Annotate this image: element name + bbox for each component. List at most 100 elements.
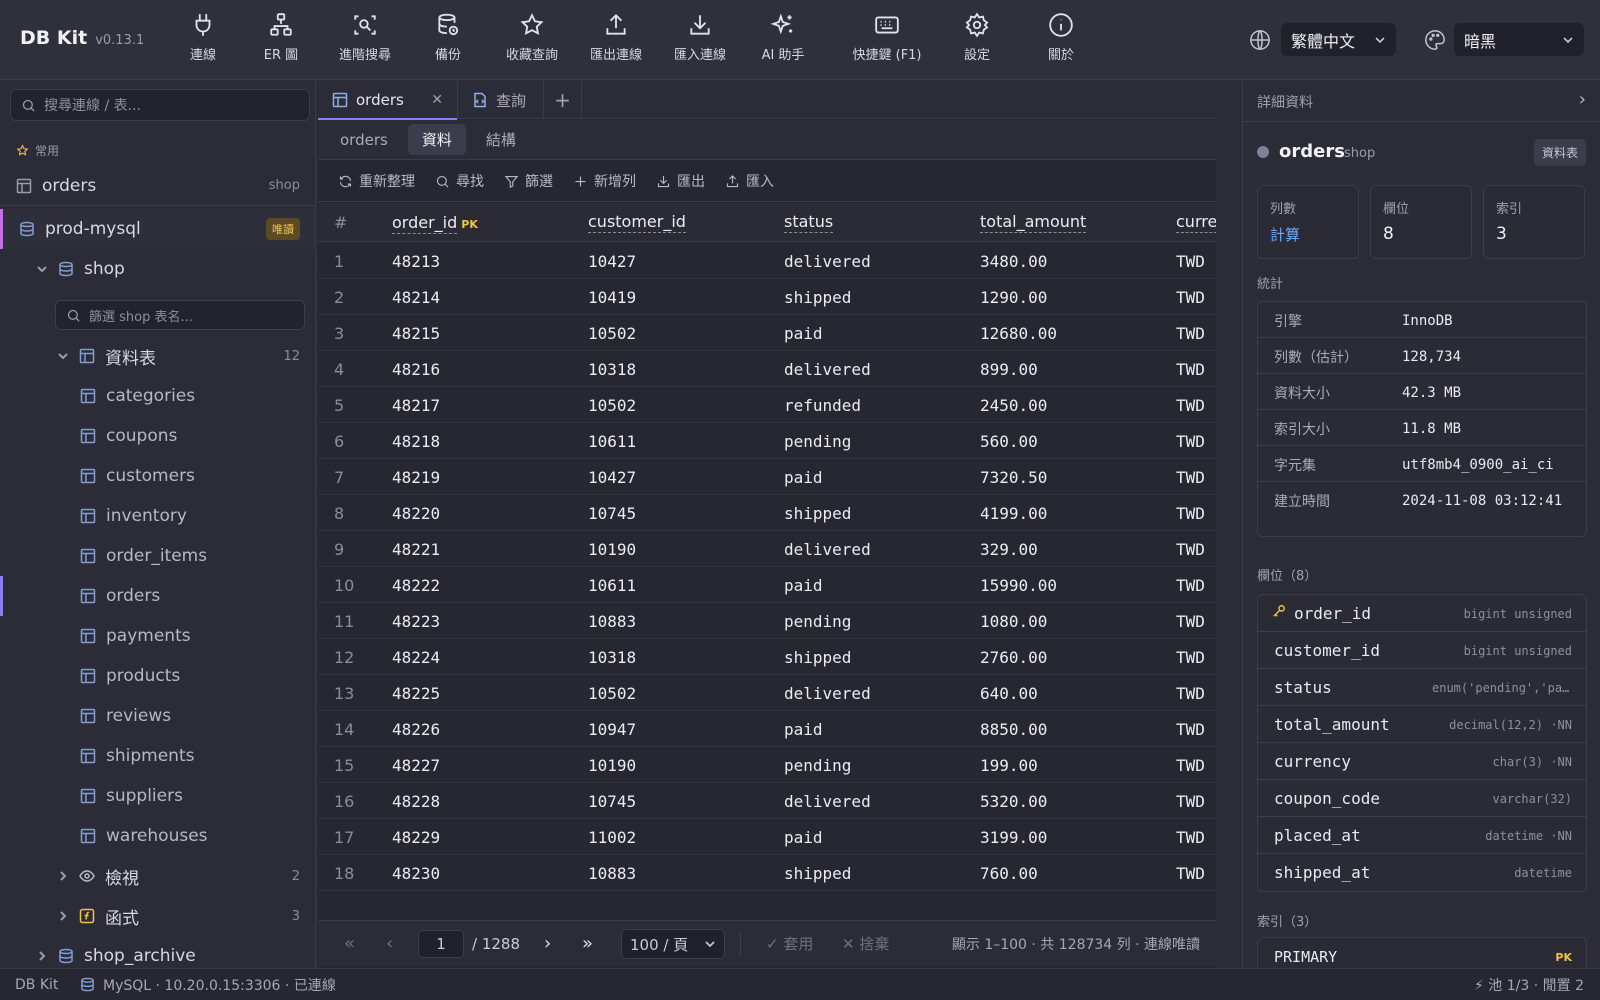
table-cell[interactable]: pending xyxy=(784,756,851,775)
table-row[interactable]: 16 48228 10745 delivered 5320.00 TWD xyxy=(318,783,1216,819)
table-cell[interactable]: shipped xyxy=(784,648,851,667)
table-row[interactable]: 12 48224 10318 shipped 2760.00 TWD xyxy=(318,639,1216,675)
table-row[interactable]: 19 48231 10427 delivered 22400.00 TWD xyxy=(318,891,1216,902)
page-input[interactable]: 1 xyxy=(418,930,464,958)
sidebar-table-suppliers[interactable]: suppliers xyxy=(0,776,315,816)
import-button[interactable]: 匯入 xyxy=(725,171,774,191)
tab-orders[interactable]: orders ✕ xyxy=(318,81,458,120)
table-row[interactable]: 15 48227 10190 pending 199.00 TWD xyxy=(318,747,1216,783)
table-filter-input[interactable]: 篩選 shop 表名... xyxy=(55,300,305,330)
field-row[interactable]: shipped_at datetime xyxy=(1258,854,1586,891)
table-cell[interactable]: 48227 xyxy=(392,756,440,775)
table-row[interactable]: 6 48218 10611 pending 560.00 TWD xyxy=(318,423,1216,459)
table-cell[interactable]: TWD xyxy=(1176,468,1205,487)
table-cell[interactable]: paid xyxy=(784,468,823,487)
table-cell[interactable]: 11002 xyxy=(588,828,636,847)
table-cell[interactable]: 48223 xyxy=(392,612,440,631)
table-cell[interactable]: TWD xyxy=(1176,648,1205,667)
table-cell[interactable]: delivered xyxy=(784,252,871,271)
table-cell[interactable]: 3199.00 xyxy=(980,828,1047,847)
table-cell[interactable]: TWD xyxy=(1176,756,1205,775)
table-cell[interactable]: 1080.00 xyxy=(980,612,1047,631)
new-tab-button[interactable]: + xyxy=(544,81,582,119)
find-button[interactable]: 尋找 xyxy=(435,171,484,191)
table-cell[interactable]: 12680.00 xyxy=(980,324,1057,343)
table-cell[interactable]: TWD xyxy=(1176,864,1205,883)
table-cell[interactable]: 10745 xyxy=(588,792,636,811)
table-cell[interactable]: paid xyxy=(784,576,823,595)
import-connections-button[interactable]: 匯入連線 xyxy=(660,12,740,68)
table-cell[interactable]: shipped xyxy=(784,864,851,883)
about-button[interactable]: 關於 xyxy=(1021,12,1101,68)
table-cell[interactable]: TWD xyxy=(1176,792,1205,811)
table-cell[interactable]: 2450.00 xyxy=(980,396,1047,415)
table-cell[interactable]: 15990.00 xyxy=(980,576,1057,595)
database-shop-archive[interactable]: shop_archive xyxy=(0,936,315,968)
table-cell[interactable]: 10611 xyxy=(588,576,636,595)
refresh-button[interactable]: 重新整理 xyxy=(338,171,415,191)
close-icon[interactable]: ✕ xyxy=(431,92,443,108)
table-cell[interactable]: 48221 xyxy=(392,540,440,559)
connect-button[interactable]: 連線 xyxy=(163,12,243,68)
table-cell[interactable]: 5320.00 xyxy=(980,792,1047,811)
er-diagram-button[interactable]: ER 圖 xyxy=(241,12,321,68)
table-cell[interactable]: 8850.00 xyxy=(980,720,1047,739)
table-cell[interactable]: TWD xyxy=(1176,252,1205,271)
table-cell[interactable]: 329.00 xyxy=(980,540,1038,559)
table-cell[interactable]: TWD xyxy=(1176,540,1205,559)
table-cell[interactable]: 10883 xyxy=(588,864,636,883)
table-cell[interactable]: paid xyxy=(784,828,823,847)
table-cell[interactable]: delivered xyxy=(784,360,871,379)
field-row[interactable]: order_id bigint unsigned xyxy=(1258,595,1586,632)
advanced-search-button[interactable]: 進階搜尋 xyxy=(325,12,405,68)
table-row[interactable]: 17 48229 11002 paid 3199.00 TWD xyxy=(318,819,1216,855)
table-cell[interactable]: 48216 xyxy=(392,360,440,379)
table-cell[interactable]: refunded xyxy=(784,396,861,415)
filter-button[interactable]: 篩選 xyxy=(504,171,553,191)
table-cell[interactable]: 3480.00 xyxy=(980,252,1047,271)
table-cell[interactable]: 48217 xyxy=(392,396,440,415)
field-row[interactable]: currency char(3) ·NN xyxy=(1258,743,1586,780)
page-size-select[interactable]: 100 / 頁 xyxy=(621,929,725,959)
table-row[interactable]: 18 48230 10883 shipped 760.00 TWD xyxy=(318,855,1216,891)
table-row[interactable]: 7 48219 10427 paid 7320.50 TWD xyxy=(318,459,1216,495)
field-row[interactable]: coupon_code varchar(32) xyxy=(1258,780,1586,817)
table-cell[interactable]: 10947 xyxy=(588,720,636,739)
add-row-button[interactable]: 新增列 xyxy=(573,171,636,191)
table-cell[interactable]: 48228 xyxy=(392,792,440,811)
table-cell[interactable]: TWD xyxy=(1176,720,1205,739)
views-group[interactable]: 檢視 2 xyxy=(0,856,315,896)
table-row[interactable]: 11 48223 10883 pending 1080.00 TWD xyxy=(318,603,1216,639)
table-cell[interactable]: 48214 xyxy=(392,288,440,307)
table-cell[interactable]: 48220 xyxy=(392,504,440,523)
sidebar-table-orders[interactable]: orders xyxy=(0,576,315,616)
theme-select[interactable]: 暗黑 xyxy=(1454,23,1584,56)
connection-prod-mysql[interactable]: prod-mysql 唯讀 xyxy=(0,209,315,249)
table-row[interactable]: 5 48217 10502 refunded 2450.00 TWD xyxy=(318,387,1216,423)
sidebar-table-products[interactable]: products xyxy=(0,656,315,696)
settings-button[interactable]: 設定 xyxy=(937,12,1017,68)
table-row[interactable]: 9 48221 10190 delivered 329.00 TWD xyxy=(318,531,1216,567)
language-select[interactable]: 繁體中文 xyxy=(1281,23,1396,56)
table-cell[interactable]: delivered xyxy=(784,540,871,559)
table-cell[interactable]: TWD xyxy=(1176,684,1205,703)
apply-button[interactable]: ✓ 套用 xyxy=(766,933,813,954)
table-cell[interactable]: 48226 xyxy=(392,720,440,739)
table-cell[interactable]: 899.00 xyxy=(980,360,1038,379)
saved-queries-button[interactable]: 收藏查詢 xyxy=(492,12,572,68)
table-cell[interactable]: 48231 xyxy=(392,900,440,902)
table-cell[interactable]: TWD xyxy=(1176,828,1205,847)
database-shop[interactable]: shop xyxy=(0,249,315,289)
table-cell[interactable]: TWD xyxy=(1176,396,1205,415)
table-cell[interactable]: 10318 xyxy=(588,360,636,379)
table-cell[interactable]: 10745 xyxy=(588,504,636,523)
table-cell[interactable]: 199.00 xyxy=(980,756,1038,775)
sidebar-table-payments[interactable]: payments xyxy=(0,616,315,656)
tab-query[interactable]: 查詢 xyxy=(458,81,544,119)
next-page-icon[interactable]: › xyxy=(544,933,551,954)
table-cell[interactable]: delivered xyxy=(784,900,871,902)
table-row[interactable]: 8 48220 10745 shipped 4199.00 TWD xyxy=(318,495,1216,531)
table-cell[interactable]: delivered xyxy=(784,684,871,703)
collapse-panel-icon[interactable]: › xyxy=(1579,89,1586,110)
table-cell[interactable]: 10502 xyxy=(588,684,636,703)
